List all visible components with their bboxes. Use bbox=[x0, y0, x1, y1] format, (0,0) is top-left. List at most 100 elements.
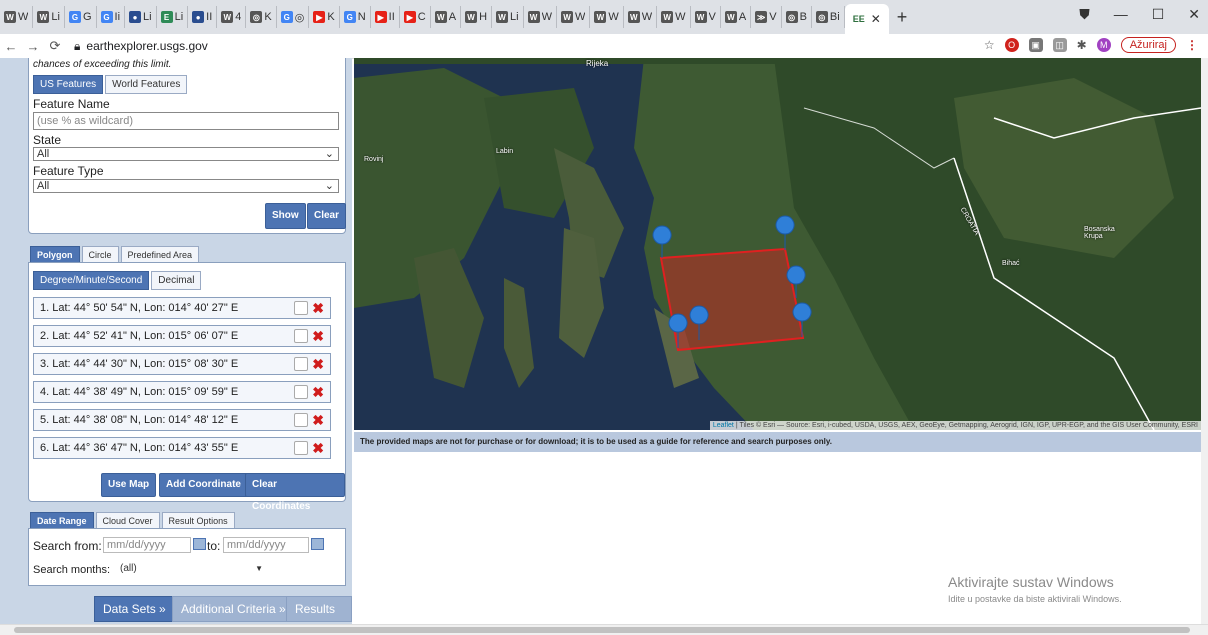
tab-title: W bbox=[574, 11, 586, 23]
show-button[interactable]: Show bbox=[265, 203, 306, 229]
browser-tab[interactable]: G Ii bbox=[97, 6, 126, 28]
browser-tab[interactable]: WW bbox=[657, 6, 691, 28]
tab-favicon-icon: ▶ bbox=[374, 11, 387, 23]
tab-us-features[interactable]: US Features bbox=[33, 75, 104, 94]
browser-tab[interactable]: ● II bbox=[188, 6, 218, 28]
feature-name-input[interactable]: (use % as wildcard) bbox=[33, 112, 339, 130]
calendar-icon[interactable] bbox=[311, 538, 324, 550]
browser-tab[interactable]: ≫ V bbox=[751, 6, 782, 28]
browser-tab[interactable]: GG bbox=[65, 6, 97, 28]
tab-dms[interactable]: Degree/Minute/Second bbox=[33, 271, 150, 290]
state-select[interactable]: All ⌄ bbox=[33, 147, 339, 161]
add-coordinate-button[interactable]: Add Coordinate bbox=[159, 473, 248, 497]
browser-tab[interactable]: W4 bbox=[217, 6, 247, 28]
delete-icon[interactable]: ✖ bbox=[312, 382, 324, 402]
browser-tab[interactable]: E Li bbox=[157, 6, 189, 28]
edit-icon[interactable] bbox=[294, 441, 308, 455]
edit-icon[interactable] bbox=[294, 413, 308, 427]
browser-tab[interactable]: WA bbox=[431, 6, 462, 28]
coordinate-row: 5. Lat: 44° 38' 08" N, Lon: 014° 48' 12"… bbox=[33, 409, 331, 431]
extension-icon[interactable]: ▣ bbox=[1028, 38, 1043, 52]
browser-tab[interactable]: ▶ K bbox=[309, 6, 340, 28]
additional-criteria-button[interactable]: Additional Criteria » bbox=[172, 596, 295, 622]
tab-favicon-icon: W bbox=[724, 11, 737, 23]
browser-tab[interactable]: ▶ II bbox=[371, 6, 400, 28]
delete-icon[interactable]: ✖ bbox=[312, 410, 324, 430]
tab-title: W bbox=[675, 11, 686, 23]
map-attribution: Leaflet | Tiles © Esri — Source: Esri, i… bbox=[709, 421, 1201, 430]
delete-icon[interactable]: ✖ bbox=[312, 326, 324, 346]
browser-tab[interactable]: G ◎ bbox=[277, 6, 310, 28]
close-window-icon[interactable]: ✕ bbox=[1188, 6, 1200, 23]
chevron-down-icon: ⌄ bbox=[324, 148, 334, 160]
browser-tab[interactable]: WW bbox=[557, 6, 591, 28]
extension-icon[interactable]: ◫ bbox=[1052, 38, 1067, 52]
browser-tab-active[interactable]: EE ✕ bbox=[844, 4, 889, 34]
update-button[interactable]: Ažuriraj bbox=[1120, 37, 1176, 53]
tab-title: II bbox=[206, 11, 213, 23]
close-icon[interactable]: ✕ bbox=[871, 12, 881, 26]
date-from-input[interactable]: mm/dd/yyyy bbox=[103, 537, 191, 553]
browser-tab[interactable]: ◎ Bi bbox=[812, 6, 845, 28]
delete-icon[interactable]: ✖ bbox=[312, 438, 324, 458]
maximize-icon[interactable]: ☐ bbox=[1152, 6, 1165, 23]
address-bar[interactable]: 🔒︎ earthexplorer.usgs.gov bbox=[74, 39, 208, 54]
data-sets-button[interactable]: Data Sets » bbox=[94, 596, 175, 622]
opera-icon[interactable]: O bbox=[1004, 38, 1019, 52]
browser-tab[interactable]: WH bbox=[461, 6, 493, 28]
browser-tab[interactable]: ◎ B bbox=[782, 6, 812, 28]
edit-icon[interactable] bbox=[294, 301, 308, 315]
browser-tab[interactable]: WW bbox=[624, 6, 658, 28]
windows-activation-title: Aktivirajte sustav Windows bbox=[948, 574, 1114, 590]
puzzle-icon[interactable]: ✱ bbox=[1077, 38, 1087, 52]
minimize-icon[interactable]: — bbox=[1114, 6, 1128, 23]
new-tab-button[interactable]: + bbox=[897, 7, 908, 28]
avatar[interactable]: M bbox=[1096, 38, 1111, 52]
tab-decimal[interactable]: Decimal bbox=[151, 271, 202, 290]
browser-tab[interactable]: ◎ K bbox=[246, 6, 277, 28]
tab-title: V bbox=[769, 11, 777, 23]
browser-tab[interactable]: ▶ C bbox=[400, 6, 431, 28]
browser-tab[interactable]: W Li bbox=[492, 6, 524, 28]
menu-icon[interactable]: ⋮ bbox=[1186, 38, 1198, 52]
use-map-button[interactable]: Use Map bbox=[101, 473, 157, 497]
edit-icon[interactable] bbox=[294, 329, 308, 343]
polygon-panel: Degree/Minute/Second Decimal 1. Lat: 44°… bbox=[28, 262, 346, 512]
edit-icon[interactable] bbox=[294, 357, 308, 371]
edit-icon[interactable] bbox=[294, 385, 308, 399]
forward-icon[interactable]: → bbox=[22, 39, 44, 54]
date-to-input[interactable]: mm/dd/yyyy bbox=[223, 537, 309, 553]
clear-coordinates-button[interactable]: Clear Coordinates bbox=[245, 473, 345, 512]
feature-type-select[interactable]: All ⌄ bbox=[33, 179, 339, 193]
vertical-scrollbar[interactable] bbox=[1201, 58, 1208, 624]
horizontal-scrollbar[interactable] bbox=[0, 624, 1208, 635]
windows-activation-subtitle: Idite u postavke da biste aktivirali Win… bbox=[948, 594, 1122, 604]
extension-shield-icon[interactable]: ⛊ bbox=[1079, 6, 1090, 23]
tab-favicon-icon: W bbox=[560, 11, 573, 23]
star-icon[interactable]: ☆ bbox=[984, 38, 995, 52]
scrollbar-thumb[interactable] bbox=[14, 627, 1190, 633]
tab-title: 4 bbox=[235, 11, 242, 23]
coordinate-row: 6. Lat: 44° 36' 47" N, Lon: 014° 43' 55"… bbox=[33, 437, 331, 459]
results-button[interactable]: Results » bbox=[286, 596, 352, 622]
browser-tab[interactable]: WV bbox=[691, 6, 721, 28]
clear-button[interactable]: Clear bbox=[307, 203, 347, 229]
search-months-select[interactable]: (all) ▼ bbox=[117, 562, 267, 578]
browser-tab[interactable]: GN bbox=[340, 6, 371, 28]
back-icon[interactable]: ← bbox=[0, 39, 22, 54]
reload-icon[interactable]: ⟳ bbox=[44, 38, 66, 54]
browser-tab[interactable]: WW bbox=[0, 6, 34, 28]
browser-tab[interactable]: WW bbox=[524, 6, 557, 28]
delete-icon[interactable]: ✖ bbox=[312, 354, 324, 374]
browser-tab[interactable]: ● Li bbox=[125, 6, 157, 28]
browser-tab[interactable]: WW bbox=[590, 6, 624, 28]
tab-world-features[interactable]: World Features bbox=[105, 75, 188, 94]
delete-icon[interactable]: ✖ bbox=[312, 298, 324, 318]
tab-favicon-icon: W bbox=[627, 11, 640, 23]
satellite-map[interactable]: Rijeka Rovinj Labin CROATIA Bihać Bosans… bbox=[354, 58, 1201, 430]
leaflet-link[interactable]: Leaflet bbox=[713, 422, 734, 429]
calendar-icon[interactable] bbox=[193, 538, 206, 550]
map-label-rijeka: Rijeka bbox=[586, 59, 609, 68]
browser-tab[interactable]: WA bbox=[721, 6, 752, 28]
browser-tab[interactable]: W Li bbox=[33, 6, 65, 28]
